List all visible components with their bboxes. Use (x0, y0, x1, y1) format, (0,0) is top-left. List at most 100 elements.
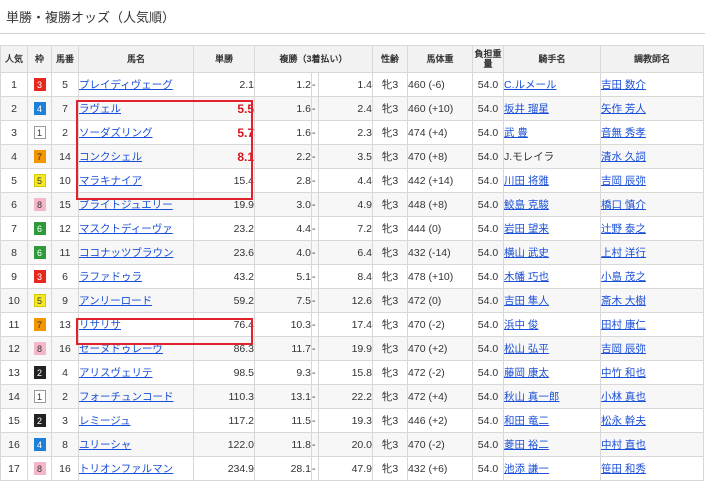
horse-name-link[interactable]: アンリーロード (80, 295, 153, 307)
horse-name-cell[interactable]: マスクトディーヴァ (78, 216, 194, 241)
jockey-link[interactable]: 岩田 望来 (505, 223, 549, 235)
trainer-cell[interactable]: 松永 幹夫 (600, 408, 705, 433)
jockey-link[interactable]: 藤岡 康太 (505, 367, 549, 379)
trainer-link[interactable]: 田村 康仁 (602, 319, 646, 331)
horse-name-link[interactable]: ユリーシャ (80, 439, 132, 451)
jockey-cell[interactable]: 松山 弘平 (503, 336, 602, 361)
jockey-cell[interactable]: 鮫島 克駿 (503, 192, 602, 217)
horse-name-cell[interactable]: アンリーロード (78, 288, 194, 313)
trainer-link[interactable]: 上村 洋行 (602, 247, 646, 259)
horse-name-cell[interactable]: ユリーシャ (78, 432, 194, 457)
trainer-link[interactable]: 中竹 和也 (602, 367, 646, 379)
jockey-cell[interactable]: C.ルメール (503, 72, 602, 97)
trainer-cell[interactable]: 田村 康仁 (600, 312, 705, 337)
horse-name-link[interactable]: プレイディヴェーグ (80, 79, 173, 91)
trainer-cell[interactable]: 清水 久詞 (600, 144, 705, 169)
horse-name-link[interactable]: トリオンファルマン (80, 463, 174, 475)
jockey-link[interactable]: 武 豊 (505, 127, 528, 139)
jockey-link[interactable]: 池添 謙一 (505, 463, 549, 475)
jockey-link[interactable]: 木幡 巧也 (505, 271, 549, 283)
trainer-link[interactable]: 橋口 慎介 (602, 199, 646, 211)
jockey-cell[interactable]: 武 豊 (503, 120, 602, 145)
trainer-link[interactable]: 小林 真也 (602, 391, 646, 403)
jockey-cell[interactable]: 和田 竜二 (503, 408, 602, 433)
horse-name-cell[interactable]: トリオンファルマン (78, 456, 194, 481)
trainer-cell[interactable]: 吉岡 辰弥 (600, 336, 705, 361)
trainer-cell[interactable]: 音無 秀孝 (600, 120, 705, 145)
trainer-link[interactable]: 斎木 大樹 (602, 295, 646, 307)
jockey-link[interactable]: 松山 弘平 (505, 343, 549, 355)
horse-name-cell[interactable]: セーヌドゥレーヴ (78, 336, 194, 361)
trainer-link[interactable]: 音無 秀孝 (602, 127, 646, 139)
horse-name-link[interactable]: セーヌドゥレーヴ (80, 343, 164, 355)
trainer-cell[interactable]: 吉岡 辰弥 (600, 168, 705, 193)
horse-name-cell[interactable]: ココナッツブラウン (78, 240, 194, 265)
trainer-cell[interactable]: 矢作 芳人 (600, 96, 705, 121)
jockey-link[interactable]: 和田 竜二 (505, 415, 549, 427)
trainer-link[interactable]: 吉岡 辰弥 (602, 175, 646, 187)
horse-name-cell[interactable]: レミージュ (78, 408, 194, 433)
jockey-link[interactable]: 横山 武史 (505, 247, 549, 259)
jockey-link[interactable]: 鮫島 克駿 (505, 199, 549, 211)
jockey-cell[interactable]: 木幡 巧也 (503, 264, 602, 289)
trainer-link[interactable]: 笹田 和秀 (602, 463, 646, 475)
horse-name-cell[interactable]: リサリサ (78, 312, 194, 337)
trainer-cell[interactable]: 斎木 大樹 (600, 288, 705, 313)
trainer-cell[interactable]: 笹田 和秀 (600, 456, 705, 481)
trainer-cell[interactable]: 中村 直也 (600, 432, 705, 457)
horse-name-link[interactable]: リサリサ (80, 319, 122, 331)
horse-name-cell[interactable]: ソーダズリング (78, 120, 194, 145)
horse-name-link[interactable]: マスクトディーヴァ (80, 223, 173, 235)
trainer-cell[interactable]: 橋口 慎介 (600, 192, 705, 217)
horse-name-link[interactable]: フォーチュンコード (80, 391, 174, 403)
horse-name-cell[interactable]: コンクシェル (78, 144, 194, 169)
horse-name-link[interactable]: アリスヴェリテ (80, 367, 153, 379)
jockey-link[interactable]: 吉田 隼人 (505, 295, 549, 307)
jockey-link[interactable]: C.ルメール (505, 79, 557, 91)
jockey-link[interactable]: 浜中 俊 (505, 319, 539, 331)
jockey-cell[interactable]: 藤岡 康太 (503, 360, 602, 385)
horse-name-link[interactable]: コンクシェル (80, 151, 143, 163)
trainer-link[interactable]: 辻野 泰之 (602, 223, 646, 235)
trainer-cell[interactable]: 上村 洋行 (600, 240, 705, 265)
trainer-cell[interactable]: 小島 茂之 (600, 264, 705, 289)
horse-name-cell[interactable]: マラキナイア (78, 168, 194, 193)
jockey-cell[interactable]: 池添 謙一 (503, 456, 602, 481)
horse-name-link[interactable]: ラファドゥラ (80, 271, 143, 283)
horse-name-link[interactable]: レミージュ (80, 415, 131, 427)
jockey-cell[interactable]: 坂井 瑠星 (503, 96, 602, 121)
trainer-cell[interactable]: 小林 真也 (600, 384, 705, 409)
horse-name-link[interactable]: ココナッツブラウン (80, 247, 174, 259)
jockey-link[interactable]: 川田 将雅 (505, 175, 549, 187)
trainer-link[interactable]: 吉田 数介 (602, 79, 646, 91)
trainer-cell[interactable]: 吉田 数介 (600, 72, 705, 97)
horse-name-cell[interactable]: ラファドゥラ (78, 264, 194, 289)
horse-name-cell[interactable]: プレイディヴェーグ (78, 72, 194, 97)
trainer-link[interactable]: 矢作 芳人 (602, 103, 646, 115)
jockey-cell[interactable]: 岩田 望来 (503, 216, 602, 241)
trainer-link[interactable]: 吉岡 辰弥 (602, 343, 646, 355)
jockey-cell[interactable]: 秋山 真一郎 (503, 384, 602, 409)
horse-name-cell[interactable]: ラヴェル (78, 96, 194, 121)
trainer-link[interactable]: 小島 茂之 (602, 271, 646, 283)
jockey-link[interactable]: 菱田 裕二 (505, 439, 549, 451)
horse-name-link[interactable]: ソーダズリング (80, 127, 153, 139)
trainer-link[interactable]: 松永 幹夫 (602, 415, 646, 427)
jockey-cell[interactable]: 浜中 俊 (503, 312, 602, 337)
jockey-link[interactable]: 坂井 瑠星 (505, 103, 549, 115)
horse-name-link[interactable]: マラキナイア (80, 175, 143, 187)
horse-name-link[interactable]: ブライトジュエリー (80, 199, 173, 211)
horse-name-cell[interactable]: フォーチュンコード (78, 384, 194, 409)
jockey-link[interactable]: 秋山 真一郎 (505, 391, 560, 403)
jockey-cell[interactable]: 吉田 隼人 (503, 288, 602, 313)
jockey-cell[interactable]: 川田 将雅 (503, 168, 602, 193)
horse-name-link[interactable]: ラヴェル (80, 103, 122, 115)
trainer-cell[interactable]: 中竹 和也 (600, 360, 705, 385)
jockey-cell[interactable]: 菱田 裕二 (503, 432, 602, 457)
jockey-cell[interactable]: 横山 武史 (503, 240, 602, 265)
trainer-link[interactable]: 清水 久詞 (602, 151, 646, 163)
horse-name-cell[interactable]: アリスヴェリテ (78, 360, 194, 385)
trainer-cell[interactable]: 辻野 泰之 (600, 216, 705, 241)
horse-name-cell[interactable]: ブライトジュエリー (78, 192, 194, 217)
trainer-link[interactable]: 中村 直也 (602, 439, 646, 451)
